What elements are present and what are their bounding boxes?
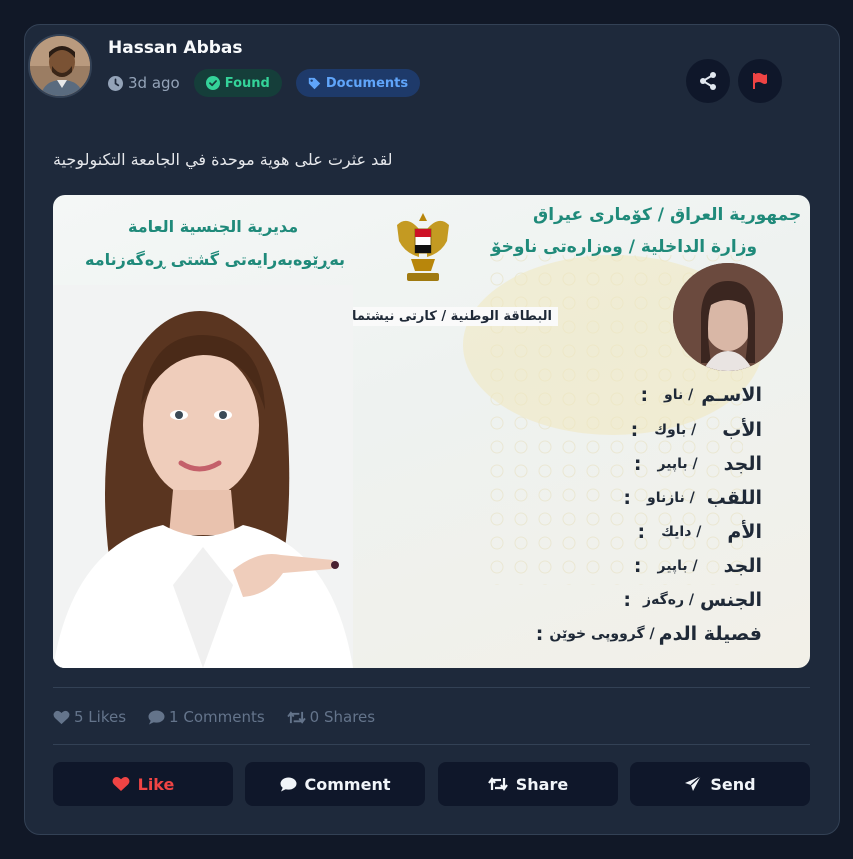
id-field-kurdish: / دايك [661, 524, 702, 540]
id-field-kurdish: / باوك [654, 422, 697, 438]
id-field-kurdish: / رەگەز [643, 592, 695, 608]
id-field-colon: : [637, 521, 646, 543]
comments-label: 1 Comments [169, 708, 265, 726]
paper-plane-icon [685, 775, 702, 791]
id-field-label: اللقب [706, 487, 762, 509]
share-button-label: Share [515, 774, 569, 794]
id-field-label: الجنس [700, 589, 762, 611]
likes-label: 5 Likes [74, 708, 127, 726]
shares-label: 0 Shares [309, 708, 376, 726]
like-button[interactable]: Like [53, 762, 233, 806]
id-header-right-2: وزارة الداخلية / وەزارەتی ناوخۆ [491, 237, 758, 257]
id-field-row: الأب / باوك : [502, 413, 762, 447]
id-field-label: الاسـم [701, 384, 762, 406]
id-field-row: الأم / دايك : [502, 515, 762, 549]
id-field-label: فصيلة الدم [658, 623, 762, 645]
id-field-colon: : [633, 453, 642, 475]
retweet-icon [286, 710, 306, 724]
iraq-eagle-emblem-icon [397, 213, 449, 281]
clock-icon [108, 75, 123, 91]
author-name[interactable]: Hassan Abbas [108, 38, 243, 58]
post-text: لقد عثرت على هوية موحدة في الجامعة التكن… [53, 150, 393, 169]
id-card-portrait-image [53, 285, 353, 668]
retweet-icon [487, 777, 508, 791]
comment-icon [280, 776, 296, 792]
like-button-label: Like [137, 774, 175, 794]
id-header-left-2: بەڕێوەبەرایەتی گشتی ڕەگەزنامە [85, 250, 346, 269]
id-field-colon: : [535, 623, 544, 645]
id-field-kurdish: / باپير [657, 456, 698, 472]
id-field-colon: : [640, 384, 649, 406]
id-field-row: الجد / باپير : [502, 447, 762, 481]
share-icon-button[interactable] [686, 59, 730, 103]
id-header-left-1: مديرية الجنسية العامة [128, 217, 299, 236]
comments-count[interactable]: 1 Comments [148, 708, 265, 726]
id-field-colon: : [623, 589, 632, 611]
id-field-kurdish: / نازناو [647, 490, 695, 506]
tag-icon [308, 77, 321, 89]
id-field-kurdish: / باپير [657, 558, 698, 574]
send-button-label: Send [710, 774, 756, 794]
id-field-colon: : [623, 487, 632, 509]
id-field-colon: : [633, 555, 642, 577]
id-field-label: الأم [727, 521, 762, 543]
id-card-title: البطاقة الوطنية / كارتى نيشتمانى [328, 307, 558, 326]
flag-icon [753, 73, 767, 89]
id-field-label: الجد [723, 453, 762, 475]
post-stats: 5 Likes 1 Comments 0 Shares [53, 706, 397, 728]
id-field-row: الاسـم / ناو : [502, 377, 762, 413]
heart-icon [53, 710, 70, 724]
id-card-photo [673, 263, 783, 371]
id-header-right-1: جمهورية العراق / كۆماری عیراق [533, 205, 802, 225]
divider [53, 687, 810, 688]
comment-button-label: Comment [304, 774, 391, 794]
comment-icon [148, 709, 165, 725]
comment-button[interactable]: Comment [245, 762, 425, 806]
id-field-row: فصيلة الدم / گرووپى خوێن : [502, 617, 762, 651]
id-field-row: الجد / باپير : [502, 549, 762, 583]
id-field-kurdish: / ناو [664, 387, 694, 403]
category-badge-label: Documents [325, 75, 409, 91]
post-time: 3d ago [108, 74, 180, 92]
category-badge[interactable]: Documents [295, 69, 421, 97]
id-card-fields: الاسـم / ناو : الأب / باوك : الجد / باپي… [502, 377, 762, 651]
time-label: 3d ago [128, 74, 180, 92]
id-field-row: الجنس / رەگەز : [502, 583, 762, 617]
share-button[interactable]: Share [438, 762, 618, 806]
post-image-id-card[interactable]: جمهورية العراق / كۆماری عیراق وزارة الدا… [53, 195, 810, 668]
post-meta: 3d ago Found Documents [108, 68, 434, 98]
post-header: Hassan Abbas 3d ago Found Documents [28, 34, 825, 103]
share-nodes-icon [700, 72, 716, 90]
id-field-colon: : [630, 419, 639, 441]
id-field-label: الجد [723, 555, 762, 577]
heart-icon [112, 776, 130, 791]
likes-count[interactable]: 5 Likes [53, 708, 126, 726]
status-badge: Found [193, 69, 282, 97]
id-field-label: الأب [722, 419, 762, 441]
id-field-row: اللقب / نازناو : [502, 481, 762, 515]
divider [53, 744, 810, 745]
report-button[interactable] [738, 59, 782, 103]
check-circle-icon [205, 76, 220, 90]
status-badge-label: Found [224, 75, 270, 91]
send-button[interactable]: Send [630, 762, 810, 806]
id-field-kurdish: / گرووپى خوێن [549, 626, 655, 642]
shares-count[interactable]: 0 Shares [286, 708, 376, 726]
avatar[interactable] [28, 34, 92, 98]
